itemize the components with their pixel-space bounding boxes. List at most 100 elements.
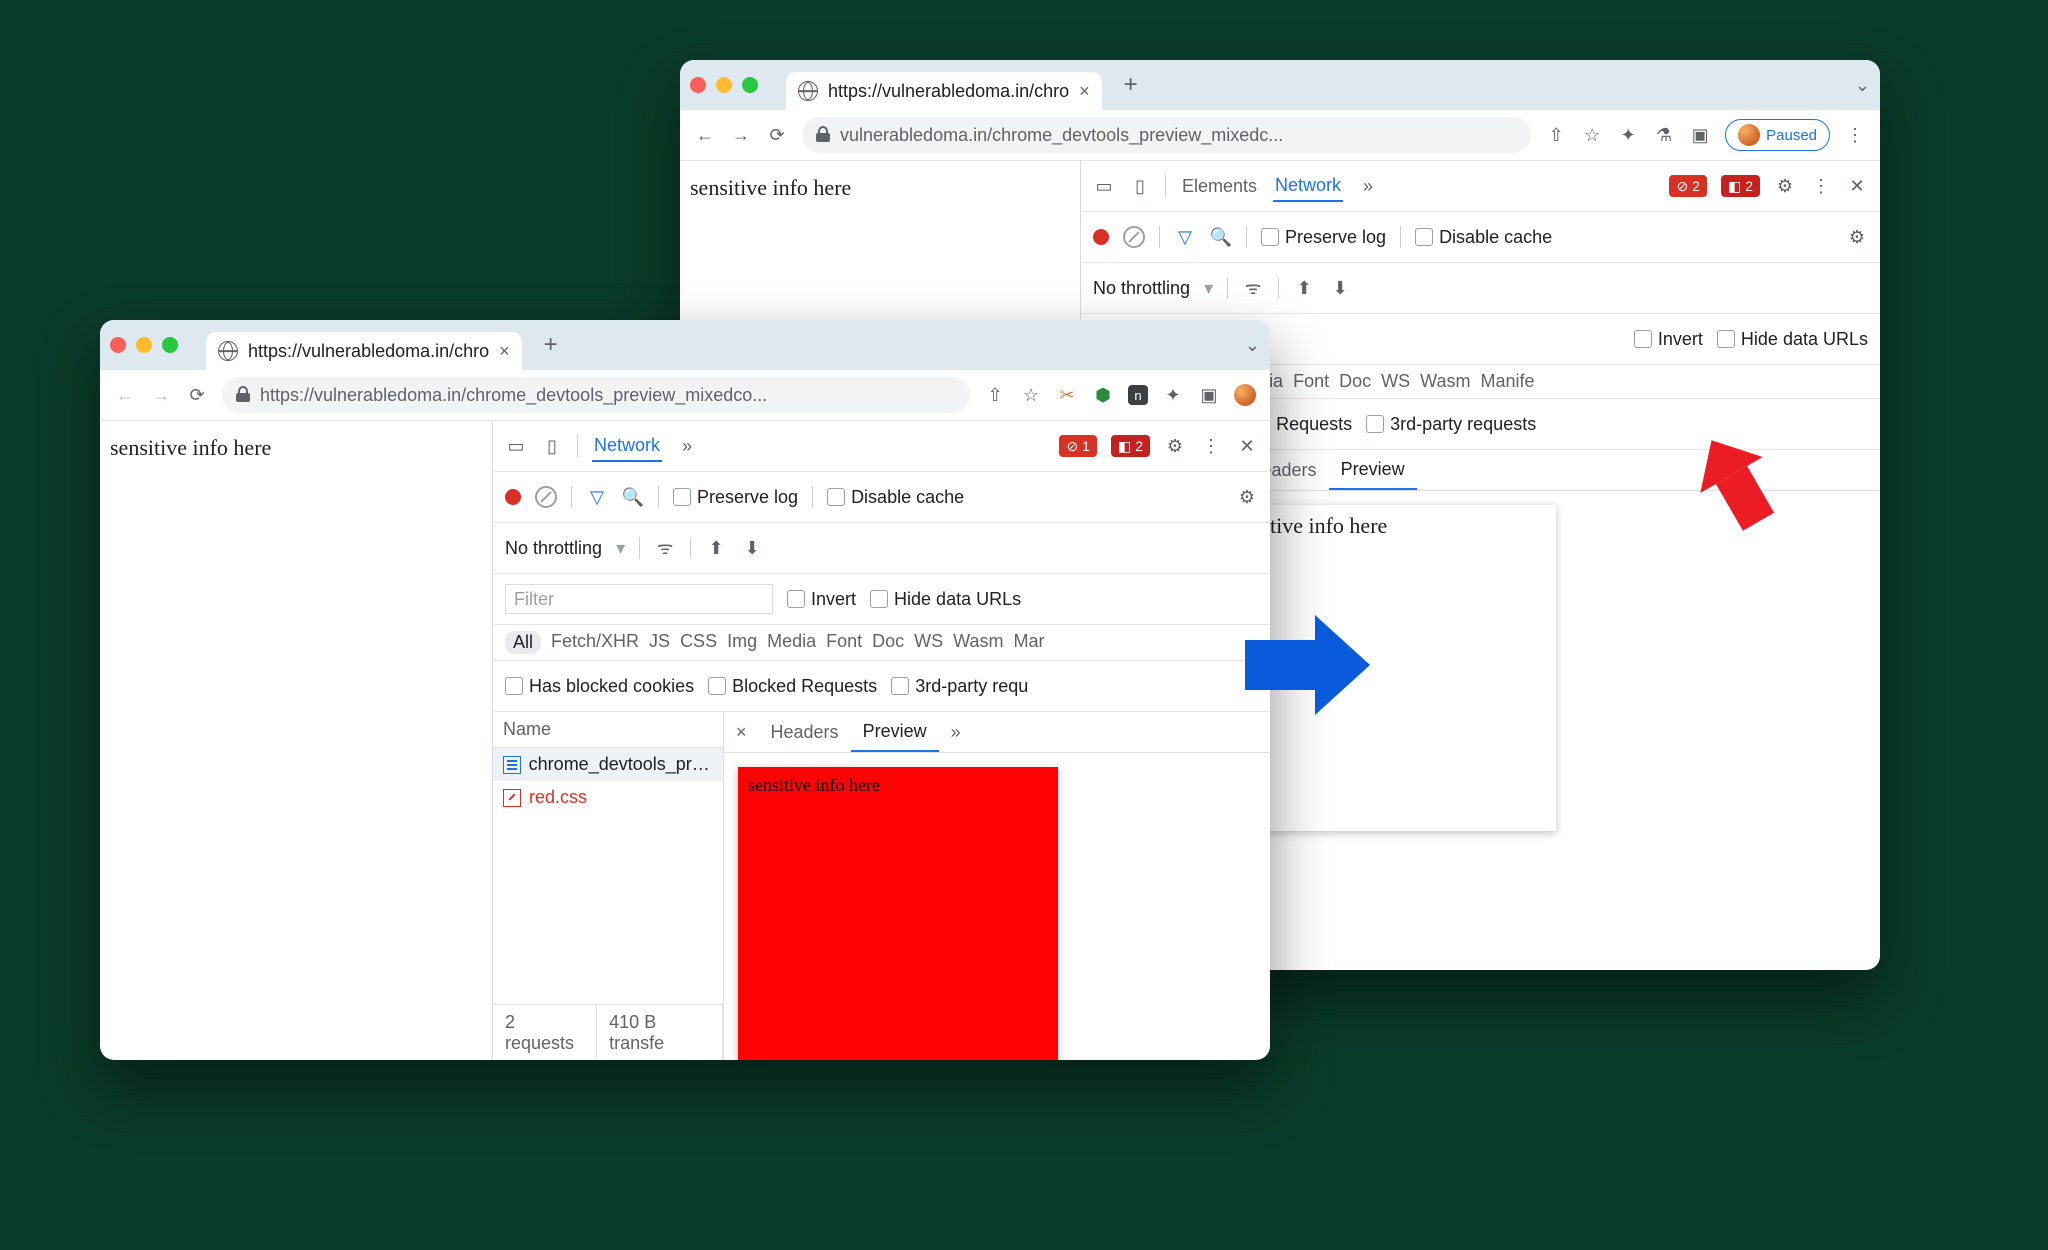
upload-icon[interactable]: ⬆ xyxy=(1293,277,1315,299)
omnibox[interactable]: vulnerabledoma.in/chrome_devtools_previe… xyxy=(802,117,1531,153)
inspect-icon[interactable]: ▭ xyxy=(1093,175,1115,197)
network-settings-gear-icon[interactable]: ⚙ xyxy=(1236,486,1258,508)
issues-count-badge[interactable]: ◧ 2 xyxy=(1721,175,1760,197)
chip-fetch-xhr[interactable]: Fetch/XHR xyxy=(551,631,639,654)
extension-n-icon[interactable]: n xyxy=(1128,385,1148,405)
browser-tab[interactable]: https://vulnerabledoma.in/chro × xyxy=(786,72,1102,110)
browser-tab[interactable]: https://vulnerabledoma.in/chro × xyxy=(206,332,522,370)
back-button[interactable]: ← xyxy=(114,384,136,406)
third-party-checkbox[interactable]: 3rd-party requests xyxy=(1366,414,1536,435)
star-icon[interactable]: ☆ xyxy=(1581,124,1603,146)
record-button[interactable] xyxy=(1093,229,1109,245)
download-icon[interactable]: ⬇ xyxy=(741,537,763,559)
clear-button[interactable] xyxy=(1123,226,1145,248)
omnibox[interactable]: https://vulnerabledoma.in/chrome_devtool… xyxy=(222,377,970,413)
network-settings-gear-icon[interactable]: ⚙ xyxy=(1846,226,1868,248)
forward-button[interactable]: → xyxy=(730,124,752,146)
zoom-window-dot[interactable] xyxy=(162,337,178,353)
chip-manifest[interactable]: Manife xyxy=(1480,371,1534,392)
kebab-menu-icon[interactable]: ⋮ xyxy=(1844,124,1866,146)
inspect-icon[interactable]: ▭ xyxy=(505,435,527,457)
labs-icon[interactable]: ⚗ xyxy=(1653,124,1675,146)
disable-cache-checkbox[interactable]: Disable cache xyxy=(1415,227,1552,248)
request-row[interactable]: red.css xyxy=(493,781,723,814)
back-button[interactable]: ← xyxy=(694,124,716,146)
close-tab-icon[interactable]: × xyxy=(1079,81,1090,102)
device-toggle-icon[interactable]: ▯ xyxy=(1129,175,1151,197)
minimize-window-dot[interactable] xyxy=(136,337,152,353)
share-icon[interactable]: ⇧ xyxy=(1545,124,1567,146)
record-button[interactable] xyxy=(505,489,521,505)
download-icon[interactable]: ⬇ xyxy=(1329,277,1351,299)
extensions-icon[interactable]: ✦ xyxy=(1162,384,1184,406)
reload-button[interactable]: ⟳ xyxy=(186,384,208,406)
hide-data-urls-checkbox[interactable]: Hide data URLs xyxy=(1717,329,1868,350)
device-toggle-icon[interactable]: ▯ xyxy=(541,435,563,457)
clear-button[interactable] xyxy=(535,486,557,508)
new-tab-button[interactable]: + xyxy=(544,331,558,359)
chip-ws[interactable]: WS xyxy=(914,631,943,654)
name-column-header[interactable]: Name xyxy=(493,712,723,748)
star-icon[interactable]: ☆ xyxy=(1020,384,1042,406)
share-icon[interactable]: ⇧ xyxy=(984,384,1006,406)
request-row[interactable]: chrome_devtools_pre... xyxy=(493,748,723,781)
search-icon[interactable]: 🔍 xyxy=(1210,226,1232,248)
throttling-select[interactable]: No throttling xyxy=(1093,278,1190,299)
extensions-icon[interactable]: ✦ xyxy=(1617,124,1639,146)
chip-media[interactable]: Media xyxy=(767,631,816,654)
invert-checkbox[interactable]: Invert xyxy=(787,589,856,610)
tab-network[interactable]: Network xyxy=(592,431,662,462)
error-count-badge[interactable]: ⊘ 2 xyxy=(1669,175,1707,197)
filter-icon[interactable]: ▽ xyxy=(1174,226,1196,248)
preserve-log-checkbox[interactable]: Preserve log xyxy=(673,487,798,508)
devtools-close-icon[interactable]: ✕ xyxy=(1236,435,1258,457)
tab-elements[interactable]: Elements xyxy=(1180,172,1259,201)
panel-icon[interactable]: ▣ xyxy=(1198,384,1220,406)
chip-font[interactable]: Font xyxy=(826,631,862,654)
third-party-checkbox[interactable]: 3rd-party requ xyxy=(891,676,1028,697)
extension-green-icon[interactable]: ⬢ xyxy=(1092,384,1114,406)
chip-mar[interactable]: Mar xyxy=(1014,631,1045,654)
chip-wasm[interactable]: Wasm xyxy=(1420,371,1470,392)
chip-wasm[interactable]: Wasm xyxy=(953,631,1003,654)
subtab-preview[interactable]: Preview xyxy=(1329,451,1417,490)
close-window-dot[interactable] xyxy=(110,337,126,353)
tabs-dropdown-icon[interactable]: ⌄ xyxy=(1855,75,1870,96)
close-details-icon[interactable]: × xyxy=(724,722,759,743)
search-icon[interactable]: 🔍 xyxy=(622,486,644,508)
hide-data-urls-checkbox[interactable]: Hide data URLs xyxy=(870,589,1021,610)
subtab-headers[interactable]: Headers xyxy=(759,714,851,751)
panel-icon[interactable]: ▣ xyxy=(1689,124,1711,146)
issues-count-badge[interactable]: ◧ 2 xyxy=(1111,435,1150,457)
tab-network[interactable]: Network xyxy=(1273,171,1343,202)
close-window-dot[interactable] xyxy=(690,77,706,93)
filter-input[interactable]: Filter xyxy=(505,584,773,614)
disable-cache-checkbox[interactable]: Disable cache xyxy=(827,487,964,508)
devtools-kebab-icon[interactable]: ⋮ xyxy=(1810,175,1832,197)
profile-paused-pill[interactable]: Paused xyxy=(1725,119,1830,151)
settings-gear-icon[interactable]: ⚙ xyxy=(1164,435,1186,457)
error-count-badge[interactable]: ⊘ 1 xyxy=(1059,435,1097,457)
new-tab-button[interactable]: + xyxy=(1124,71,1138,99)
forward-button[interactable]: → xyxy=(150,384,172,406)
chip-js[interactable]: JS xyxy=(649,631,670,654)
chip-css[interactable]: CSS xyxy=(680,631,717,654)
chip-all[interactable]: All xyxy=(505,631,541,654)
has-blocked-cookies-checkbox[interactable]: Has blocked cookies xyxy=(505,676,694,697)
zoom-window-dot[interactable] xyxy=(742,77,758,93)
wifi-icon[interactable]: ᯤ xyxy=(654,537,676,559)
devtools-kebab-icon[interactable]: ⋮ xyxy=(1200,435,1222,457)
settings-gear-icon[interactable]: ⚙ xyxy=(1774,175,1796,197)
throttling-select[interactable]: No throttling xyxy=(505,538,602,559)
chip-doc[interactable]: Doc xyxy=(872,631,904,654)
minimize-window-dot[interactable] xyxy=(716,77,732,93)
upload-icon[interactable]: ⬆ xyxy=(705,537,727,559)
reload-button[interactable]: ⟳ xyxy=(766,124,788,146)
tabs-dropdown-icon[interactable]: ⌄ xyxy=(1245,335,1260,356)
filter-icon[interactable]: ▽ xyxy=(586,486,608,508)
avatar-icon[interactable] xyxy=(1234,384,1256,406)
chip-img[interactable]: Img xyxy=(727,631,757,654)
invert-checkbox[interactable]: Invert xyxy=(1634,329,1703,350)
wifi-icon[interactable]: ᯤ xyxy=(1242,277,1264,299)
chip-ws[interactable]: WS xyxy=(1381,371,1410,392)
